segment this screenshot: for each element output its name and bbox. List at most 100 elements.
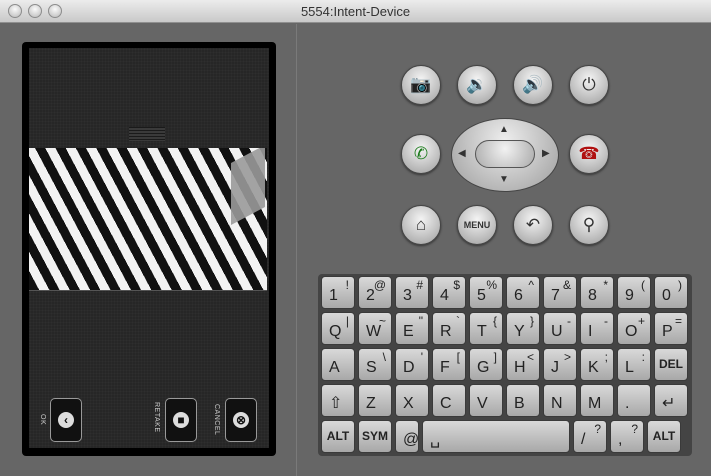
key-row2-6[interactable]: U- [543,312,577,345]
key-label: V [477,395,488,412]
key-label: C [440,395,452,412]
volume-down-button[interactable]: 🔉 [457,65,497,105]
key-label: ⇧ [329,395,343,412]
key-row1-5[interactable]: 6 ^ [506,276,540,309]
key-label: ALT [326,429,350,443]
key-row5-0[interactable]: ALT [321,420,355,453]
key-label: E [403,323,414,340]
key-row1-3[interactable]: 4 $ [432,276,466,309]
key-row1-6[interactable]: 7 & [543,276,577,309]
key-row4-8[interactable]: . [617,384,651,417]
key-row1-2[interactable]: 3 # [395,276,429,309]
key-row5-2[interactable]: @ [395,420,419,453]
key-alt-label: ( [641,278,645,292]
key-label: A [329,359,340,376]
key-alt-label: - [604,314,608,328]
chevron-left-icon: ‹ [58,412,74,428]
key-label: B [514,395,525,412]
emulator-window: 5554:Intent-Device ‹ OK ■ RETAKE ⊗ CANCE… [0,0,711,476]
volume-up-button[interactable]: 🔊 [513,65,553,105]
key-row5-3[interactable]: ␣ [422,420,570,453]
key-alt-label: { [492,314,497,328]
dpad-up-icon[interactable]: ▲ [499,124,509,135]
key-row1-4[interactable]: 5% [469,276,503,309]
key-row3-2[interactable]: D ' [395,348,429,381]
key-alt-label: + [637,314,645,328]
key-row4-2[interactable]: X [395,384,429,417]
key-label: 1 [329,287,338,304]
key-label: O [625,323,638,340]
dpad-center-button[interactable] [475,140,535,168]
key-alt-label: ? [631,422,638,436]
end-call-icon: ☎ [578,144,600,163]
key-row1-8[interactable]: 9( [617,276,651,309]
key-row3-3[interactable]: F[ [432,348,466,381]
menu-button[interactable]: MENU [457,205,497,245]
key-row1-9[interactable]: 0) [654,276,688,309]
dpad-down-icon[interactable]: ▼ [499,174,509,185]
key-label: D [403,359,415,376]
key-row4-4[interactable]: V [469,384,503,417]
retake-button[interactable]: ■ [165,398,197,442]
key-row3-4[interactable]: G] [469,348,503,381]
call-button[interactable]: ✆ [401,134,441,174]
key-row1-7[interactable]: 8 * [580,276,614,309]
key-alt-label: ! [345,278,349,292]
key-alt-label: } [529,314,534,328]
key-row4-9[interactable]: ↵ [654,384,688,417]
home-icon: ⌂ [415,215,427,234]
key-alt-label: : [641,350,645,364]
key-row2-1[interactable]: W ~ [358,312,392,345]
key-row1-1[interactable]: 2 @ [358,276,392,309]
key-label: ↵ [662,395,676,412]
key-row3-1[interactable]: S \ [358,348,392,381]
end-call-button[interactable]: ☎ [569,134,609,174]
cancel-button[interactable]: ⊗ [225,398,257,442]
camera-hw-button[interactable]: 📷 [401,65,441,105]
key-row2-9[interactable]: P = [654,312,688,345]
key-label: U [551,323,563,340]
key-label: Y [514,323,525,340]
search-button[interactable]: ⚲ [569,205,609,245]
speaker-grille [129,127,165,141]
key-row2-3[interactable]: R ` [432,312,466,345]
key-row4-6[interactable]: N [543,384,577,417]
dpad-left-icon[interactable]: ◀ [458,148,466,159]
back-button[interactable]: ↶ [513,205,553,245]
key-row2-2[interactable]: E " [395,312,429,345]
home-button[interactable]: ⌂ [401,205,441,245]
key-row2-4[interactable]: T{ [469,312,503,345]
key-alt-label: [ [456,350,460,364]
key-row3-6[interactable]: J > [543,348,577,381]
key-row2-8[interactable]: O + [617,312,651,345]
key-row2-0[interactable]: Q | [321,312,355,345]
key-label: Z [366,395,376,412]
volume-up-icon: 🔊 [522,75,544,94]
key-row4-0[interactable]: ⇧ [321,384,355,417]
key-alt-label: - [567,314,571,328]
key-row3-9[interactable]: DEL [654,348,688,381]
camera-icon: ■ [173,412,189,428]
key-row4-5[interactable]: B [506,384,540,417]
key-row3-7[interactable]: K; [580,348,614,381]
key-label: J [551,359,559,376]
power-button[interactable]: ⏻ [569,65,609,105]
dpad-right-icon[interactable]: ▶ [542,148,550,159]
key-row5-6[interactable]: ALT [647,420,681,453]
key-label: 3 [403,287,412,304]
key-row3-8[interactable]: L: [617,348,651,381]
key-row4-3[interactable]: C [432,384,466,417]
key-label: . [625,395,630,412]
key-row1-0[interactable]: 1! [321,276,355,309]
key-row4-7[interactable]: M [580,384,614,417]
key-row2-7[interactable]: I- [580,312,614,345]
key-row2-5[interactable]: Y} [506,312,540,345]
key-row5-1[interactable]: SYM [358,420,392,453]
key-row4-1[interactable]: Z [358,384,392,417]
key-alt-label: " [418,314,423,328]
key-row5-4[interactable]: /? [573,420,607,453]
ok-button[interactable]: ‹ [50,398,82,442]
key-row3-5[interactable]: H < [506,348,540,381]
key-row3-0[interactable]: A [321,348,355,381]
key-row5-5[interactable]: ,? [610,420,644,453]
